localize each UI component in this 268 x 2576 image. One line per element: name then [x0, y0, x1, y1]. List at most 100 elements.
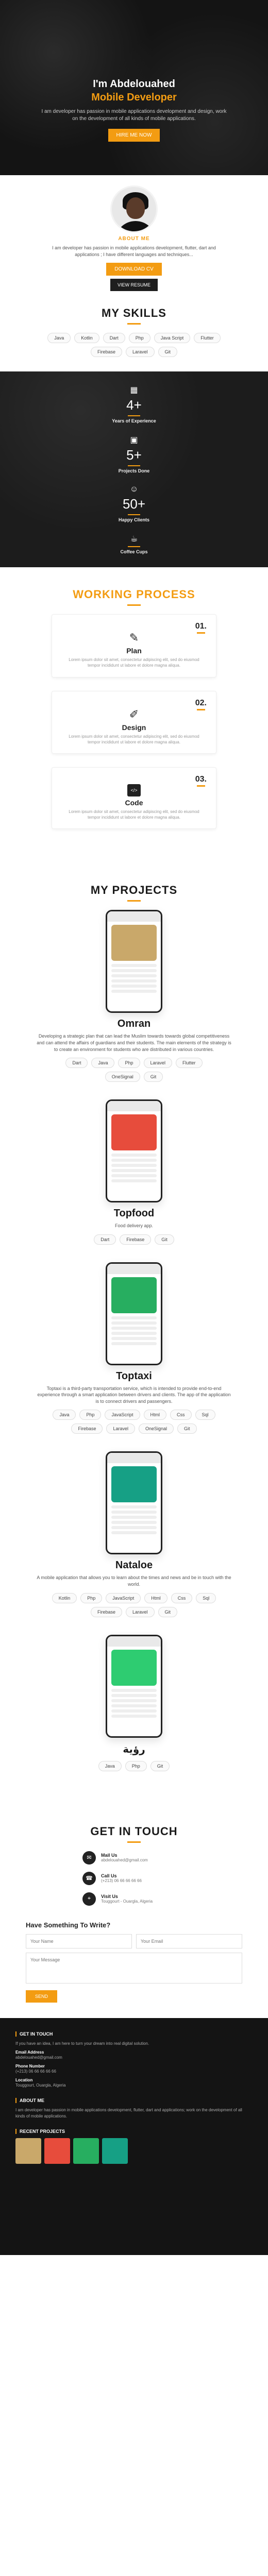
tech-tag: Git [177, 1423, 197, 1434]
stat-item: ▣ 5+ Projects Done [0, 435, 268, 473]
stat-label: Coffee Cups [120, 549, 148, 555]
recent-project-thumb[interactable] [15, 2138, 41, 2164]
tech-tag: Html [144, 1592, 167, 1603]
hire-me-button[interactable]: HIRE ME NOW [108, 129, 160, 142]
phone-content-line [111, 985, 157, 988]
contact-title: GET IN TOUCH [90, 1824, 178, 1838]
tech-tag: Firebase [120, 1234, 152, 1245]
stat-divider [128, 415, 140, 417]
tech-tag: Sql [195, 1410, 215, 1420]
footer-email[interactable]: abdelouahed@gmail.com [15, 2055, 253, 2061]
tech-tag: Dart [65, 1058, 88, 1069]
project-card: Topfood Food delivery app. Dart Firebase Git [15, 1099, 253, 1245]
phone-content-line [111, 1159, 157, 1162]
tech-tag: Git [150, 1760, 170, 1771]
contact-text: Mail Us abdelouahed@gmail.com [101, 1853, 148, 1862]
footer-touch-heading: GET IN TOUCH [15, 2031, 253, 2037]
tech-tag: Git [155, 1234, 174, 1245]
skill-list: Java Kotlin Dart Php Java Script Flutter Fireb… [36, 333, 232, 358]
contact-item: ⌖ Visit Us Touggourt - Ouargla, Algeria [82, 1892, 186, 1906]
project-tags: Dart Java Php Laravel Flutter OneSignal Git [52, 1058, 216, 1082]
phone-content-line [111, 1326, 157, 1330]
footer-email-label: Email Address [15, 2049, 44, 2055]
view-resume-button[interactable]: VIEW RESUME [110, 279, 158, 292]
about-text: I am developer has passion in mobile app… [52, 245, 216, 257]
phone-content-line [111, 1164, 157, 1167]
project-screenshot[interactable] [106, 1262, 162, 1365]
phone-content-line [111, 1531, 157, 1535]
project-screenshot[interactable] [106, 1634, 162, 1738]
hero-section: I'm Abdelouahed Mobile Developer I am de… [0, 0, 268, 175]
phone-hero-image [111, 1649, 157, 1686]
project-title: Topfood [113, 1208, 155, 1219]
phone-status-bar [107, 911, 161, 922]
phone-content-line [111, 1709, 157, 1713]
footer-location-label: Location [15, 2077, 33, 2082]
email-input[interactable] [136, 1934, 242, 1948]
footer-phone[interactable]: (+213) 06 66 66 66 66 [15, 2069, 253, 2075]
skill-chip: Laravel [125, 347, 155, 358]
phone-hero-image [111, 925, 157, 961]
phone-content-line [111, 1505, 157, 1509]
phone-status-bar [107, 1636, 161, 1647]
phone-content-line [111, 1699, 157, 1702]
phone-content-line [111, 1154, 157, 1157]
recent-project-thumb[interactable] [73, 2138, 99, 2164]
skill-chip: Kotlin [74, 333, 99, 344]
coffee-icon: ☕ [130, 535, 138, 544]
phone-content-line [111, 1331, 157, 1335]
project-screenshot[interactable] [106, 910, 162, 1013]
footer: GET IN TOUCH If you have an idea, I am h… [0, 2018, 268, 2255]
process-step-title: Plan [126, 647, 142, 655]
stat-value: 5+ [126, 447, 142, 463]
send-button[interactable]: SEND [26, 1990, 58, 2003]
process-step-desc: Lorem ipsum dolor sit amet, consectetur … [69, 657, 199, 668]
tech-tag: Java [53, 1410, 76, 1420]
form-title: Have Something To Write? [26, 1921, 111, 1929]
phone-content-line [111, 1714, 157, 1718]
stat-label: Projects Done [118, 468, 150, 474]
avatar [110, 185, 158, 233]
project-tags: Dart Firebase Git [52, 1234, 216, 1245]
phone-content-line [111, 974, 157, 978]
tech-tag: Php [80, 1592, 103, 1603]
stat-item: ☕ Coffee Cups [0, 534, 268, 554]
contact-value[interactable]: abdelouahed@gmail.com [101, 1858, 148, 1862]
message-input[interactable] [26, 1952, 242, 1984]
phone-status-bar [107, 1101, 161, 1112]
process-step-desc: Lorem ipsum dolor sit amet, consectetur … [69, 809, 199, 820]
contact-item: ✉ Mail Us abdelouahed@gmail.com [82, 1851, 186, 1865]
tech-tag: Laravel [106, 1423, 135, 1434]
download-cv-button[interactable]: DOWNLOAD CV [106, 263, 162, 276]
calendar-icon: ▦ [130, 386, 138, 395]
project-tags: Java Php JavaScript Html Css Sql Firebase Larav… [52, 1410, 216, 1434]
process-title: WORKING PROCESS [73, 588, 195, 601]
recent-project-thumb[interactable] [102, 2138, 128, 2164]
recent-project-thumb[interactable] [44, 2138, 70, 2164]
skills-section: MY SKILLS Java Kotlin Dart Php Java Script Fl… [0, 301, 268, 371]
tech-tag: Git [143, 1072, 163, 1082]
tech-tag: Html [143, 1410, 167, 1420]
smile-icon: ☺ [129, 485, 139, 494]
contact-item: ☎ Call Us (+213) 06 66 66 66 66 [82, 1871, 186, 1885]
contact-value[interactable]: (+213) 06 66 66 66 66 [101, 1878, 142, 1883]
footer-about-heading: ABOUT ME [15, 2097, 253, 2103]
phone-content-line [111, 1316, 157, 1319]
process-step-title: Code [125, 798, 143, 807]
contact-value[interactable]: Touggourt - Ouargla, Algeria [101, 1899, 153, 1904]
hero-intro: I am developer has passion in mobile app… [41, 109, 227, 122]
project-screenshot[interactable] [106, 1451, 162, 1555]
project-card: Toptaxi Toptaxi is a third-party transpor… [15, 1262, 253, 1434]
tech-tag: Php [125, 1760, 147, 1771]
design-icon: ✐ [129, 707, 139, 721]
project-title: Toptaxi [116, 1370, 152, 1382]
project-screenshot[interactable] [106, 1099, 162, 1203]
mail-icon: ✉ [82, 1851, 96, 1865]
skill-chip: Flutter [194, 333, 221, 344]
tech-tag: Java [91, 1058, 115, 1069]
phone-content-line [111, 1516, 157, 1519]
stat-item: ☺ 50+ Happy Clients [0, 485, 268, 522]
name-input[interactable] [26, 1934, 132, 1948]
project-title: Nataloe [115, 1560, 153, 1571]
about-section: ABOUT ME I am developer has passion in m… [0, 175, 268, 302]
